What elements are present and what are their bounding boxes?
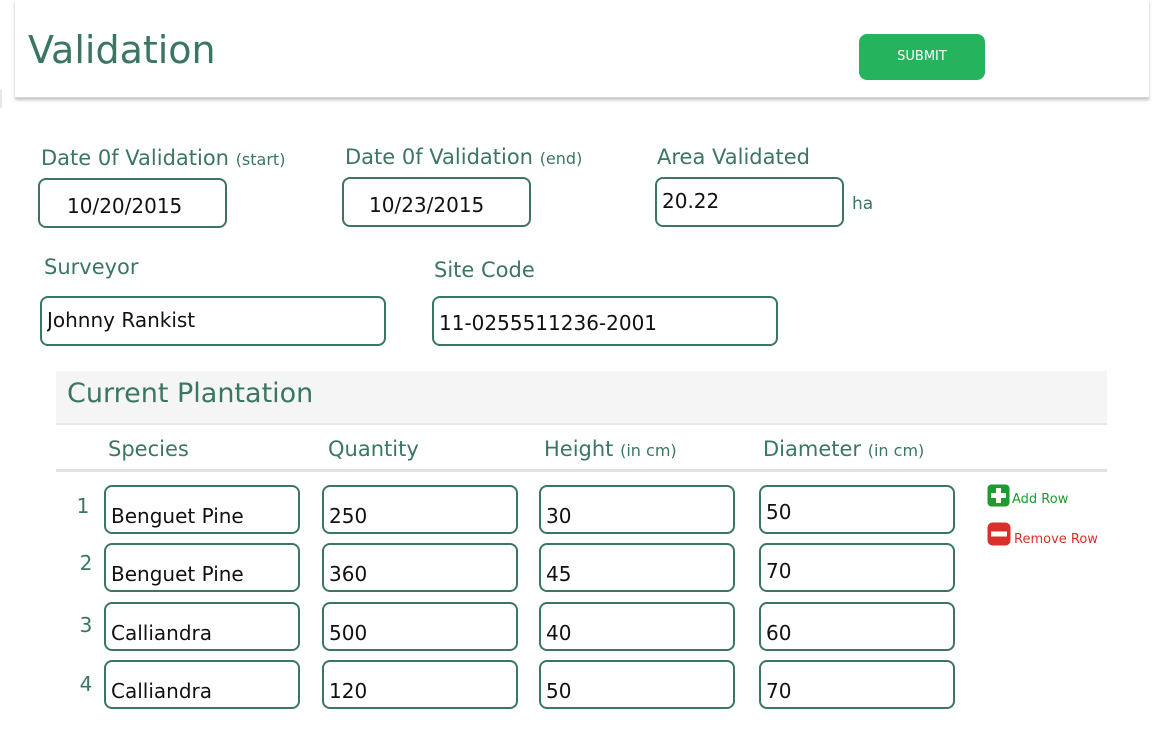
date-start-field[interactable]	[38, 178, 227, 228]
quantity-field-row-1[interactable]	[322, 485, 518, 534]
diameter-field-row-3[interactable]	[759, 602, 955, 651]
table-header-divider	[56, 469, 1107, 472]
date-end-label-text: Date 0f Validation	[345, 145, 533, 169]
column-header-quantity: Quantity	[328, 437, 419, 461]
diameter-field-row-1[interactable]	[759, 485, 955, 534]
column-header-diameter-text: Diameter	[763, 437, 862, 461]
remove-row-button[interactable]: Remove Row	[987, 520, 1098, 547]
site-code-field[interactable]	[432, 296, 778, 346]
add-row-button[interactable]: Add Row	[987, 484, 1068, 507]
date-start-label-text: Date 0f Validation	[41, 146, 229, 170]
minus-square-icon	[987, 522, 1011, 545]
plantation-section-title: Current Plantation	[67, 378, 314, 409]
column-header-height: Height (in cm)	[544, 436, 677, 464]
species-field-row-4[interactable]	[104, 660, 300, 709]
column-header-height-unit: (in cm)	[620, 441, 677, 460]
column-header-species: Species	[108, 437, 189, 461]
date-start-sublabel: (start)	[235, 150, 286, 169]
diameter-field-row-2[interactable]	[759, 543, 955, 592]
submit-button[interactable]: SUBMIT	[859, 34, 985, 80]
site-code-label: Site Code	[434, 258, 535, 282]
species-field-row-1[interactable]	[104, 485, 300, 534]
height-field-row-1[interactable]	[539, 485, 735, 534]
row-number: 4	[79, 672, 93, 696]
page-title: Validation	[28, 28, 216, 72]
column-header-height-text: Height	[544, 437, 614, 461]
remove-row-label: Remove Row	[1014, 532, 1098, 547]
row-number: 2	[79, 551, 93, 575]
height-field-row-3[interactable]	[539, 602, 735, 651]
species-field-row-3[interactable]	[104, 602, 300, 651]
diameter-field-row-4[interactable]	[759, 660, 955, 709]
column-header-diameter-unit: (in cm)	[867, 441, 925, 460]
quantity-field-row-3[interactable]	[322, 602, 518, 651]
column-header-diameter: Diameter (in cm)	[763, 436, 924, 464]
species-field-row-2[interactable]	[104, 543, 300, 592]
quantity-field-row-4[interactable]	[322, 660, 518, 709]
area-field[interactable]	[655, 177, 844, 227]
plus-square-icon	[987, 484, 1010, 507]
row-number: 1	[76, 494, 90, 518]
height-field-row-2[interactable]	[539, 543, 735, 592]
date-end-field[interactable]	[342, 177, 531, 227]
quantity-field-row-2[interactable]	[322, 543, 518, 592]
surveyor-field[interactable]	[40, 296, 386, 346]
left-edge-tick	[0, 90, 2, 108]
area-label: Area Validated	[657, 145, 810, 169]
date-end-sublabel: (end)	[539, 149, 583, 168]
row-number: 3	[79, 613, 93, 637]
add-row-label: Add Row	[1012, 492, 1069, 507]
height-field-row-4[interactable]	[539, 660, 735, 709]
surveyor-label: Surveyor	[44, 255, 139, 279]
date-end-label: Date 0f Validation (end)	[345, 144, 582, 172]
area-unit-label: ha	[852, 194, 874, 214]
date-start-label: Date 0f Validation (start)	[41, 145, 285, 173]
